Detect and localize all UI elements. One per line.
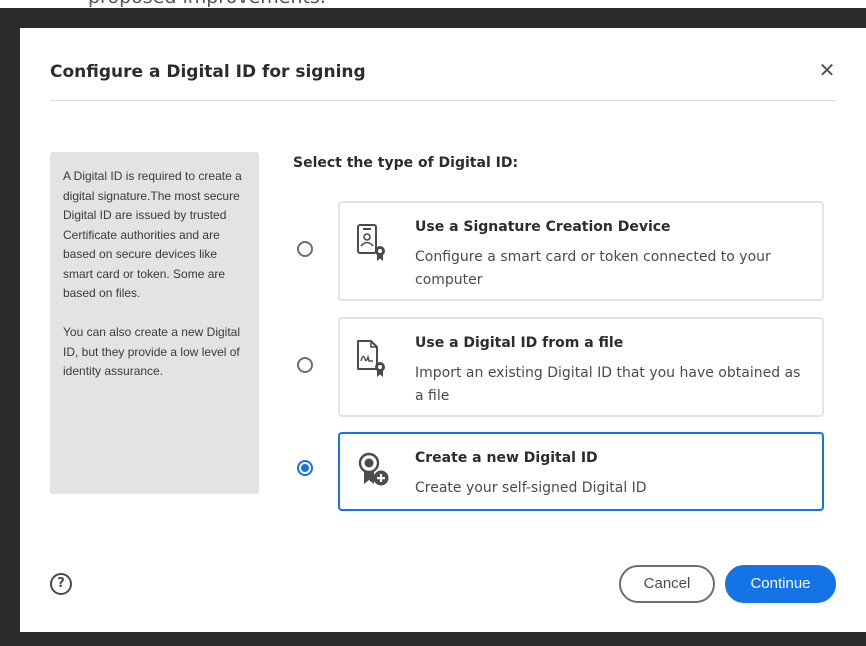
option-signature-device[interactable]: Use a Signature Creation Device Configur…	[338, 201, 824, 301]
title-divider	[50, 100, 836, 101]
background-document: proposed improvements.	[0, 0, 866, 8]
digital-id-file-icon	[356, 339, 390, 377]
configure-digital-id-dialog: Configure a Digital ID for signing ✕ A D…	[20, 28, 866, 632]
option-create-digital-id[interactable]: Create a new Digital ID Create your self…	[338, 432, 824, 511]
info-panel: A Digital ID is required to create a dig…	[50, 152, 259, 494]
option-title: Create a new Digital ID	[415, 450, 598, 466]
info-text: A Digital ID is required to create a dig…	[63, 167, 249, 401]
radio-create-digital-id[interactable]	[297, 460, 313, 476]
radio-signature-device[interactable]	[297, 241, 313, 257]
radio-digital-id-file[interactable]	[297, 357, 313, 373]
create-digital-id-icon	[356, 452, 390, 488]
option-digital-id-file[interactable]: Use a Digital ID from a file Import an e…	[338, 317, 824, 417]
signature-device-icon	[356, 223, 390, 261]
continue-button[interactable]: Continue	[725, 565, 836, 603]
option-description: Configure a smart card or token connecte…	[415, 249, 771, 288]
option-description: Import an existing Digital ID that you h…	[415, 365, 801, 404]
option-description: Create your self-signed Digital ID	[415, 480, 647, 496]
cancel-button[interactable]: Cancel	[619, 565, 715, 603]
select-type-label: Select the type of Digital ID:	[293, 155, 519, 171]
background-text: proposed improvements.	[88, 0, 326, 8]
info-paragraph-1: A Digital ID is required to create a dig…	[63, 169, 242, 300]
close-icon[interactable]: ✕	[817, 60, 837, 80]
option-title: Use a Digital ID from a file	[415, 335, 624, 351]
info-paragraph-2: You can also create a new Digital ID, bu…	[63, 325, 240, 378]
help-icon[interactable]: ?	[50, 573, 72, 595]
dialog-title: Configure a Digital ID for signing	[50, 62, 366, 82]
option-title: Use a Signature Creation Device	[415, 219, 671, 235]
